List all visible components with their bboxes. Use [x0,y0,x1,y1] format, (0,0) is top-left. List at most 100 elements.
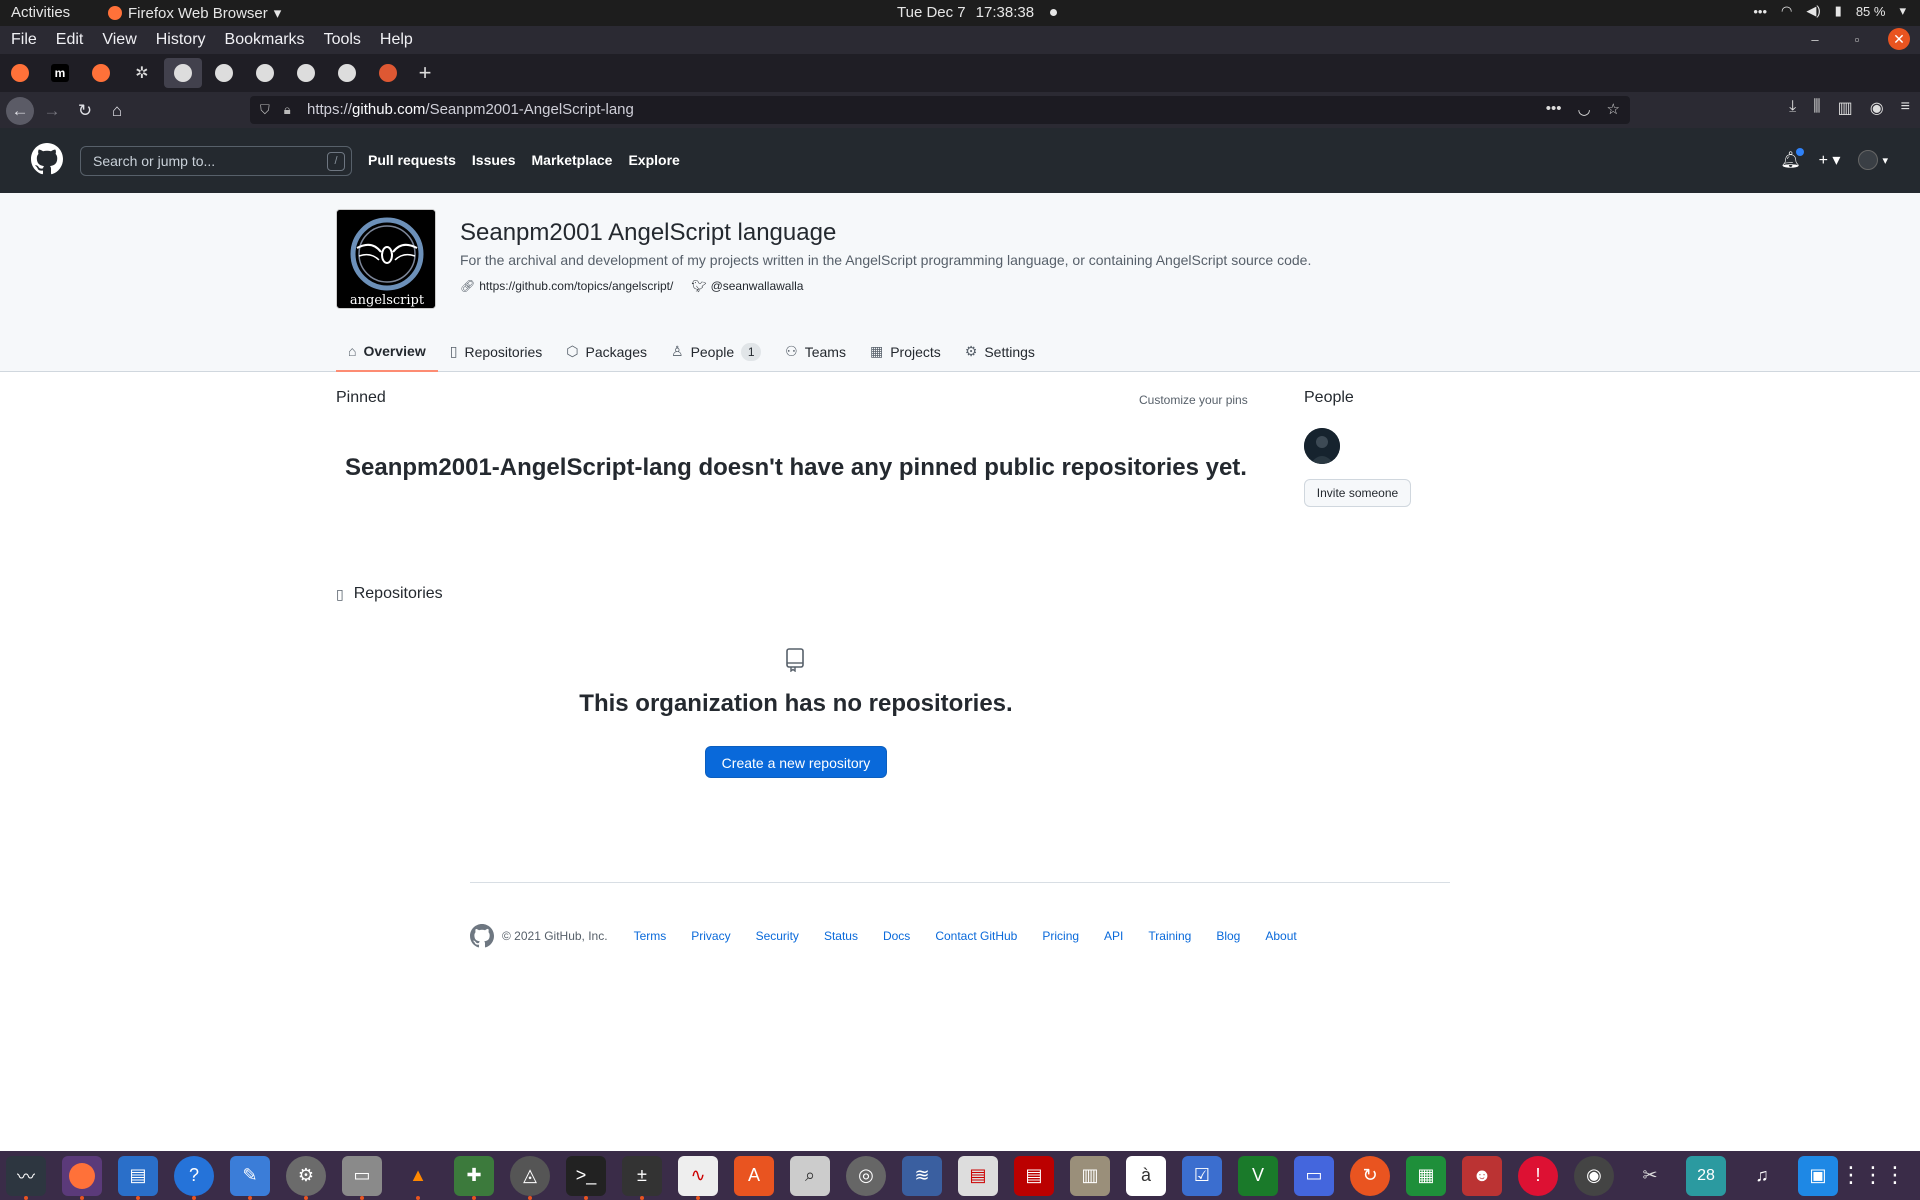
tab-projects[interactable]: ▦ Projects [858,331,953,372]
system-monitor-icon[interactable]: 〰 [6,1155,46,1200]
calculator-icon[interactable]: ± [622,1155,662,1200]
screenshot-icon[interactable]: ▣ [1798,1155,1838,1196]
writer-icon[interactable]: ▤ [118,1155,158,1200]
forward-button[interactable]: → [38,97,66,125]
nav-issues[interactable]: Issues [472,152,516,168]
tab-github-4[interactable] [287,58,325,88]
nav-marketplace[interactable]: Marketplace [532,152,613,168]
lock-icon[interactable]: 🔒︎ [284,102,291,118]
close-window-icon[interactable]: ✕ [1888,28,1910,50]
alert-icon[interactable]: ! [1518,1155,1558,1196]
footer-link-contact[interactable]: Contact GitHub [935,929,1017,943]
todo-icon[interactable]: ☑ [1182,1155,1222,1196]
sidebar-icon[interactable]: ▥ [1838,98,1853,118]
remote-desktop-icon[interactable]: ▭ [1294,1155,1334,1196]
footer-link-training[interactable]: Training [1148,929,1191,943]
menu-tools[interactable]: Tools [324,31,361,49]
vlc-icon[interactable]: ▲ [398,1156,438,1200]
footer-link-docs[interactable]: Docs [883,929,910,943]
text-editor-icon[interactable]: ✎ [230,1155,270,1200]
github-search-input[interactable]: Search or jump to... / [80,146,352,176]
footer-link-about[interactable]: About [1265,929,1296,943]
document-viewer-icon[interactable]: ▤ [958,1155,998,1196]
member-avatar[interactable] [1304,428,1340,464]
tab-github-3[interactable] [246,58,284,88]
vim-icon[interactable]: V [1238,1155,1278,1196]
tab-firefox-2[interactable] [82,58,120,88]
menu-help[interactable]: Help [380,31,413,49]
tracking-shield-icon[interactable]: ⛉ [260,102,270,118]
bookmark-star-icon[interactable]: ☆ [1607,100,1620,118]
hamburger-menu-icon[interactable]: ≡ [1901,98,1910,118]
update-icon[interactable]: ↻ [1350,1155,1390,1196]
footer-link-pricing[interactable]: Pricing [1042,929,1079,943]
tab-duckduckgo[interactable] [369,58,407,88]
page-actions-icon[interactable]: ••• [1546,100,1562,118]
create-repository-button[interactable]: Create a new repository [705,746,887,778]
notes-icon[interactable]: ≋ [902,1155,942,1196]
app-menu[interactable]: Firefox Web Browser ▾ [108,4,281,22]
footer-link-blog[interactable]: Blog [1216,929,1240,943]
tab-github-2[interactable] [205,58,243,88]
spreadsheet-icon[interactable]: ▦ [1406,1155,1446,1196]
help-icon[interactable]: ? [174,1155,214,1200]
camera-icon[interactable]: ◉ [1574,1155,1614,1196]
create-new-plus-icon[interactable]: + ▾ [1819,150,1841,170]
library-icon[interactable]: ⫼ [1813,98,1820,118]
tab-overview[interactable]: ⌂ Overview [336,331,438,372]
notifications-bell-icon[interactable]: 🔔︎ [1780,148,1805,170]
clock[interactable]: Tue Dec 7 17:38:38 [897,4,1058,21]
tor-icon[interactable]: ◎ [846,1155,886,1196]
menu-edit[interactable]: Edit [56,31,84,49]
github-logo-icon[interactable] [31,143,63,175]
tab-github-active[interactable] [164,58,202,88]
software-center-icon[interactable]: A [734,1155,774,1196]
files-icon[interactable]: ▭ [342,1155,382,1200]
url-bar[interactable]: ⛉ 🔒︎ https://github.com/Seanpm2001-Angel… [250,96,1630,124]
footer-link-privacy[interactable]: Privacy [691,929,730,943]
game-icon[interactable]: ☻ [1462,1155,1502,1196]
downloads-icon[interactable]: ⤓ [1789,98,1796,118]
puzzle-icon[interactable]: ✚ [454,1155,494,1200]
settings-icon[interactable]: ⚙ [286,1155,326,1200]
nav-explore[interactable]: Explore [628,152,679,168]
tab-github-5[interactable] [328,58,366,88]
new-tab-button[interactable]: + [406,58,444,88]
restore-icon[interactable]: ▫ [1846,28,1868,50]
tab-firefox-1[interactable] [1,58,39,88]
tab-teams[interactable]: ⚇ Teams [773,331,858,372]
invite-someone-button[interactable]: Invite someone [1304,479,1411,507]
back-button[interactable]: ← [6,97,34,125]
menu-view[interactable]: View [102,31,136,49]
home-button[interactable]: ⌂ [103,97,131,125]
firefox-dock-icon[interactable] [62,1155,102,1200]
tab-repositories[interactable]: ▯ Repositories [438,331,555,372]
reload-button[interactable]: ↻ [71,97,99,125]
gimp-icon[interactable]: ✂ [1630,1156,1670,1196]
calendar-icon[interactable]: 28 [1686,1155,1726,1196]
chart-app-icon[interactable]: ∿ [678,1155,718,1200]
show-apps-grid-icon[interactable]: ⋮⋮⋮ [1840,1162,1906,1188]
tab-settings[interactable]: ⚙ Settings [953,331,1047,372]
pdf-icon[interactable]: ▤ [1014,1155,1054,1196]
org-twitter-link[interactable]: 🐦︎ @seanwallawalla [691,279,803,293]
archive-icon[interactable]: ▥ [1070,1155,1110,1196]
account-icon[interactable]: ◉ [1870,98,1884,118]
system-status[interactable]: ••• ◠ ◀) ▮ 85 % ▾ [1753,3,1906,19]
pocket-icon[interactable]: ◡ [1577,100,1590,118]
footer-link-api[interactable]: API [1104,929,1123,943]
footer-link-status[interactable]: Status [824,929,858,943]
org-website-link[interactable]: 🔗︎ https://github.com/topics/angelscript/ [460,279,673,293]
activities-button[interactable]: Activities [11,4,70,21]
minimize-icon[interactable]: – [1804,28,1826,50]
footer-link-security[interactable]: Security [756,929,799,943]
footer-link-terms[interactable]: Terms [634,929,667,943]
menu-bookmarks[interactable]: Bookmarks [225,31,305,49]
inkscape-icon[interactable]: ◬ [510,1155,550,1200]
tab-people[interactable]: ♙ People 1 [659,331,773,372]
github-footer-logo-icon[interactable] [470,924,494,948]
tab-settings[interactable]: ✲ [123,58,161,88]
user-menu[interactable]: ▾ [1858,150,1888,170]
tab-medium[interactable]: m [41,58,79,88]
menu-history[interactable]: History [156,31,206,49]
